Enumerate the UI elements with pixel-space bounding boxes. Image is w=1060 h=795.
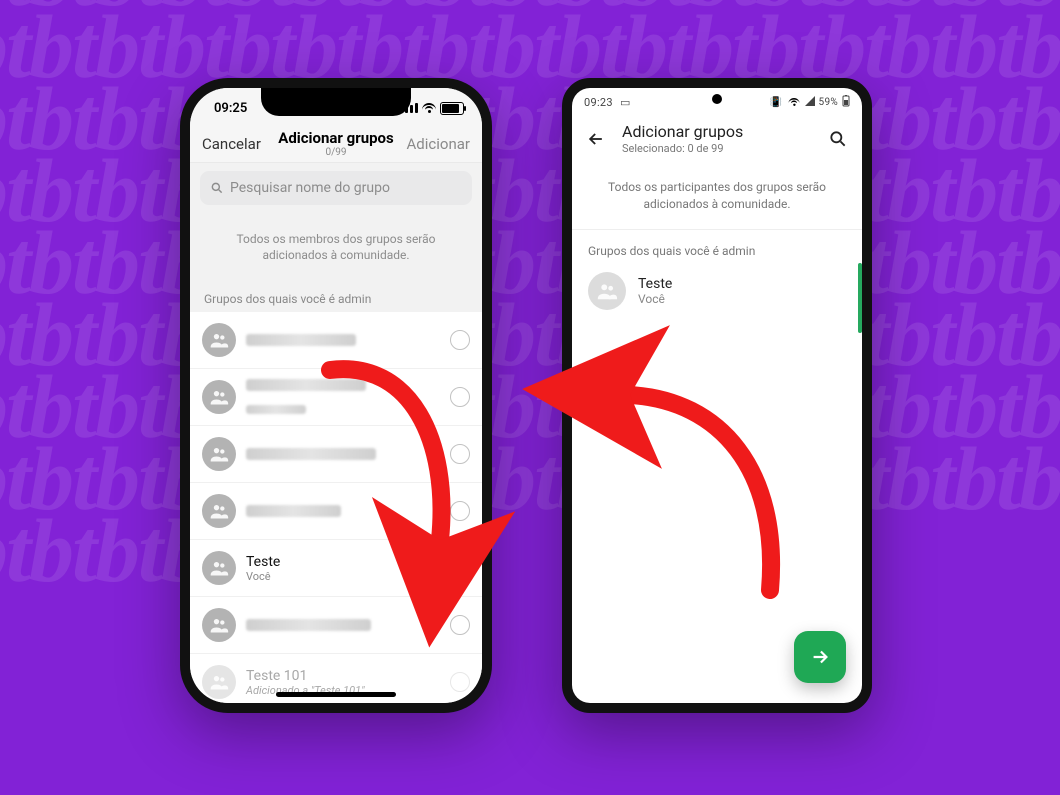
cancel-button[interactable]: Cancelar [202, 135, 272, 153]
group-avatar-icon [588, 272, 626, 310]
list-item[interactable] [190, 426, 482, 483]
battery-icon [440, 102, 464, 115]
android-info-banner: Todos os participantes dos grupos serão … [572, 165, 862, 230]
group-name: Teste 101 [246, 668, 440, 684]
group-avatar-icon [202, 437, 236, 471]
ios-status-time: 09:25 [214, 101, 247, 116]
search-button[interactable] [826, 127, 850, 151]
notification-icon: ▭ [620, 96, 631, 109]
list-item[interactable] [190, 312, 482, 369]
battery-icon [842, 95, 850, 110]
home-indicator [276, 692, 396, 697]
iphone-notch [261, 88, 411, 116]
radio-unchecked[interactable] [450, 387, 470, 407]
background-watermark [0, 0, 1060, 795]
group-avatar-icon [202, 608, 236, 642]
android-title: Adicionar grupos [622, 122, 812, 141]
radio-unchecked[interactable] [450, 501, 470, 521]
group-subtitle: Você [246, 570, 440, 583]
search-input[interactable]: Pesquisar nome do grupo [200, 171, 472, 205]
android-header: Adicionar grupos Selecionado: 0 de 99 [572, 114, 862, 165]
wifi-icon [788, 98, 799, 106]
ios-info-banner: Todos os membros dos grupos serão adicio… [190, 213, 482, 285]
ios-nav-title: Adicionar grupos [278, 130, 393, 147]
confirm-fab[interactable] [794, 631, 846, 683]
search-placeholder: Pesquisar nome do grupo [230, 180, 390, 196]
add-button[interactable]: Adicionar [400, 135, 470, 153]
signal-icon [805, 96, 815, 109]
radio-unchecked[interactable] [450, 558, 470, 578]
iphone-frame: 09:25 Cancelar Adicionar grupos 0/99 Adi… [180, 78, 492, 713]
list-item-teste[interactable]: Teste Você [190, 540, 482, 597]
back-button[interactable] [584, 127, 608, 151]
android-frame: 09:23 ▭ 📳 59% Adicionar grupos [562, 78, 872, 713]
ios-nav-counter: 0/99 [278, 147, 393, 158]
radio-disabled [450, 672, 470, 692]
group-avatar-icon [202, 494, 236, 528]
radio-unchecked[interactable] [450, 444, 470, 464]
list-item[interactable] [190, 597, 482, 654]
android-list-item-teste[interactable]: Teste Você [572, 266, 862, 316]
wifi-icon [422, 103, 436, 113]
group-avatar-icon [202, 665, 236, 699]
ios-section-header: Grupos dos quais você é admin [190, 284, 482, 312]
list-item[interactable] [190, 483, 482, 540]
group-subtitle: Você [638, 292, 672, 306]
android-punch-hole [712, 94, 722, 104]
group-name: Teste [638, 276, 672, 292]
ios-nav-bar: Cancelar Adicionar grupos 0/99 Adicionar [190, 124, 482, 163]
radio-unchecked[interactable] [450, 330, 470, 350]
android-subtitle: Selecionado: 0 de 99 [622, 142, 812, 155]
list-item[interactable] [190, 369, 482, 426]
group-avatar-icon [202, 323, 236, 357]
radio-unchecked[interactable] [450, 615, 470, 635]
group-avatar-icon [202, 551, 236, 585]
vibrate-icon: 📳 [770, 97, 783, 108]
battery-percent: 59% [819, 97, 838, 108]
android-section-header: Grupos dos quais você é admin [572, 230, 862, 266]
group-avatar-icon [202, 380, 236, 414]
edge-indicator [858, 263, 862, 333]
ios-group-list: Teste Você Teste 101 Adic [190, 312, 482, 703]
group-name: Teste [246, 554, 440, 570]
search-icon [210, 181, 224, 195]
android-status-time: 09:23 [584, 96, 613, 109]
